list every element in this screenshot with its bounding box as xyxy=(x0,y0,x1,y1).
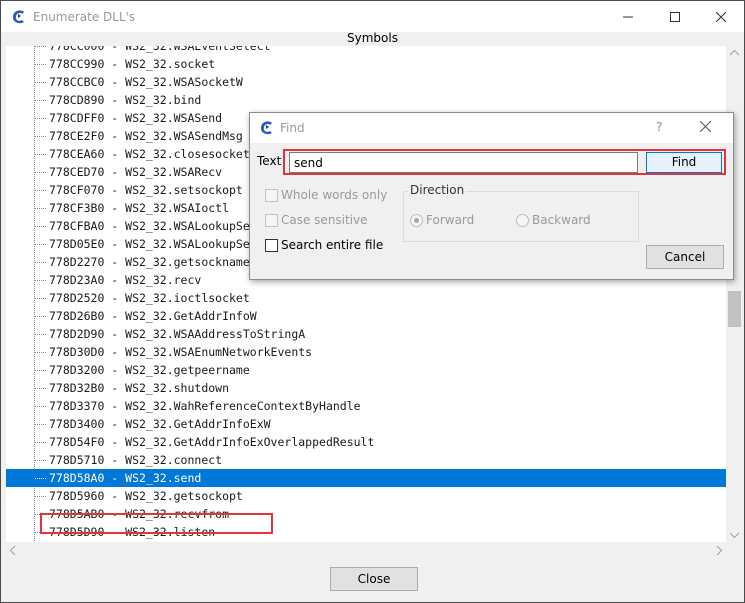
cancel-button[interactable]: Cancel xyxy=(646,245,724,269)
close-button[interactable]: Close xyxy=(330,567,418,591)
find-title-bar[interactable]: Find ? xyxy=(250,113,733,143)
scroll-right-icon[interactable] xyxy=(716,546,722,555)
find-button[interactable]: Find xyxy=(646,152,722,173)
symbols-header: Symbols xyxy=(1,32,744,46)
list-item[interactable]: 778D3400 - WS2_32.GetAddrInfoExW xyxy=(6,415,726,433)
cheat-engine-icon xyxy=(12,10,24,24)
cheat-engine-icon xyxy=(260,121,272,135)
find-dialog-title: Find xyxy=(280,121,305,135)
close-window-button[interactable] xyxy=(698,1,744,33)
list-item[interactable]: 778D3370 - WS2_32.WahReferenceContextByH… xyxy=(6,397,726,415)
direction-label: Direction xyxy=(408,183,467,197)
backward-radio[interactable]: Backward xyxy=(516,213,591,227)
selection-highlight-outline xyxy=(40,513,273,534)
scroll-down-icon[interactable] xyxy=(730,532,739,538)
list-item[interactable]: 778CC000 - WS2_32.WSAEventSelect xyxy=(6,46,726,55)
list-item[interactable]: 778D26B0 - WS2_32.GetAddrInfoW xyxy=(6,307,726,325)
list-item[interactable]: 778D5960 - WS2_32.getsockopt xyxy=(6,487,726,505)
minimize-button[interactable] xyxy=(605,1,651,33)
horizontal-scrollbar[interactable] xyxy=(6,542,726,559)
whole-words-checkbox[interactable]: Whole words only xyxy=(265,188,387,202)
maximize-icon xyxy=(670,12,680,22)
minimize-icon xyxy=(623,16,633,18)
list-item[interactable]: 778D3200 - WS2_32.getpeername xyxy=(6,361,726,379)
list-item[interactable]: 778D54F0 - WS2_32.GetAddrInfoExOverlappe… xyxy=(6,433,726,451)
maximize-button[interactable] xyxy=(652,1,698,33)
case-sensitive-checkbox[interactable]: Case sensitive xyxy=(265,213,368,227)
list-item[interactable]: 778CD890 - WS2_32.bind xyxy=(6,91,726,109)
list-item[interactable]: 778CCBC0 - WS2_32.WSASocketW xyxy=(6,73,726,91)
text-label: Text xyxy=(257,154,282,168)
scroll-up-icon[interactable] xyxy=(730,50,739,56)
forward-radio[interactable]: Forward xyxy=(410,213,474,227)
close-icon xyxy=(716,12,726,22)
help-button[interactable]: ? xyxy=(656,120,662,134)
scrollbar-thumb[interactable] xyxy=(728,291,741,327)
list-item[interactable]: 778D2520 - WS2_32.ioctlsocket xyxy=(6,289,726,307)
search-text-input[interactable] xyxy=(289,152,638,173)
title-bar[interactable]: Enumerate DLL's xyxy=(1,1,744,33)
list-item[interactable]: 778D2D90 - WS2_32.WSAAddressToStringA xyxy=(6,325,726,343)
enumerate-dlls-window: Enumerate DLL's Symbols 778CC000 - WS2_3… xyxy=(0,0,745,603)
search-entire-file-checkbox[interactable]: Search entire file xyxy=(265,238,383,252)
scroll-left-icon[interactable] xyxy=(10,546,16,555)
list-item[interactable]: 778D5710 - WS2_32.connect xyxy=(6,451,726,469)
list-item[interactable]: 778D32B0 - WS2_32.shutdown xyxy=(6,379,726,397)
list-item[interactable]: 778D30D0 - WS2_32.WSAEnumNetworkEvents xyxy=(6,343,726,361)
list-item[interactable]: 778D58A0 - WS2_32.send xyxy=(6,469,726,487)
find-dialog: Find ? Text Find Whole words only Case s… xyxy=(249,112,734,280)
list-item[interactable]: 778CC990 - WS2_32.socket xyxy=(6,55,726,73)
window-title: Enumerate DLL's xyxy=(33,10,136,24)
close-icon[interactable] xyxy=(700,121,711,132)
